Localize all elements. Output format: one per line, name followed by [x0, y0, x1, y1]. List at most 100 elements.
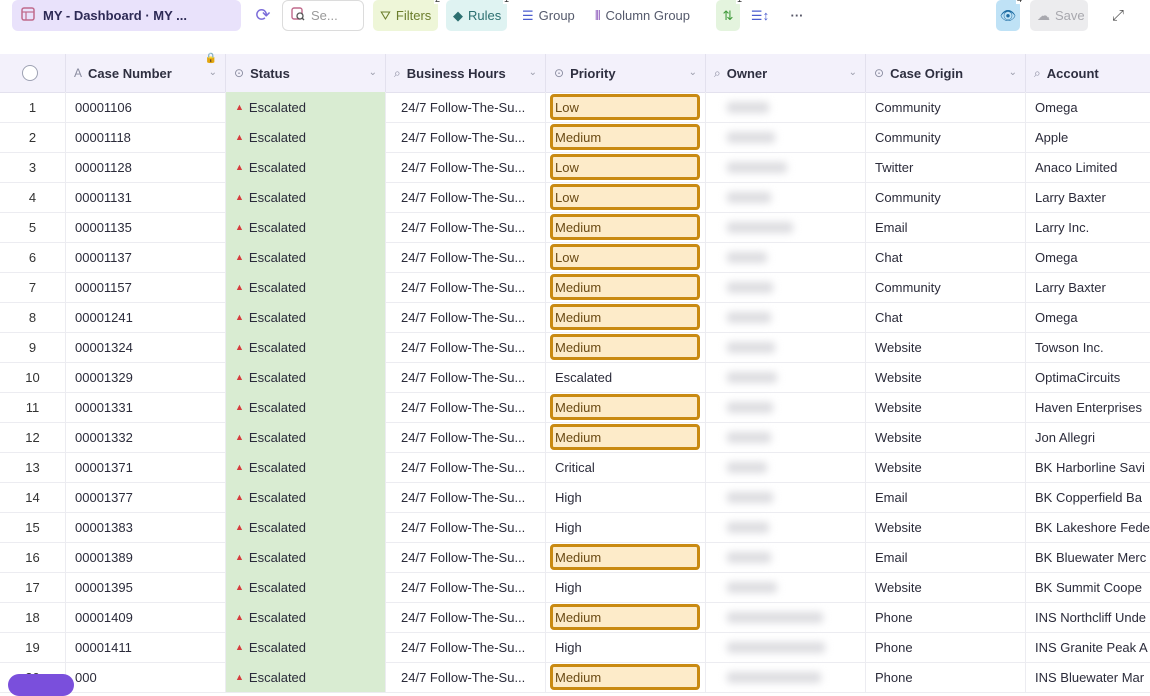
- case-number-cell[interactable]: 00001118: [66, 122, 226, 152]
- table-row[interactable]: 12 00001332 ▲ Escalated 24/7 Follow-The-Su..…: [0, 422, 1150, 453]
- case-number-cell[interactable]: 000: [66, 662, 226, 692]
- sort-button[interactable]: ⇅ 1: [716, 0, 743, 31]
- priority-cell[interactable]: Medium: [546, 212, 706, 242]
- account-cell[interactable]: Larry Inc.: [1026, 212, 1150, 242]
- account-cell[interactable]: Towson Inc.: [1026, 332, 1150, 362]
- owner-cell-redacted[interactable]: [706, 482, 866, 512]
- table-row[interactable]: 8 00001241 ▲ Escalated 24/7 Follow-The-Su...…: [0, 302, 1150, 333]
- status-cell[interactable]: ▲ Escalated: [226, 362, 386, 392]
- business-hours-cell[interactable]: 24/7 Follow-The-Su...: [386, 332, 546, 362]
- table-row[interactable]: 9 00001324 ▲ Escalated 24/7 Follow-The-Su...…: [0, 332, 1150, 363]
- case-origin-cell[interactable]: Community: [866, 182, 1026, 212]
- case-number-cell[interactable]: 00001131: [66, 182, 226, 212]
- business-hours-cell[interactable]: 24/7 Follow-The-Su...: [386, 482, 546, 512]
- status-cell[interactable]: ▲ Escalated: [226, 452, 386, 482]
- priority-cell[interactable]: Medium: [546, 302, 706, 332]
- view-selector[interactable]: MY - Dashboard · MY ...: [12, 0, 241, 31]
- owner-cell-redacted[interactable]: [706, 632, 866, 662]
- case-number-cell[interactable]: 00001135: [66, 212, 226, 242]
- column-header-case-origin[interactable]: ⊙ Case Origin ⌄: [866, 54, 1026, 92]
- account-cell[interactable]: Jon Allegri: [1026, 422, 1150, 452]
- owner-cell-redacted[interactable]: [706, 362, 866, 392]
- case-number-cell[interactable]: 00001128: [66, 152, 226, 182]
- status-cell[interactable]: ▲ Escalated: [226, 662, 386, 692]
- case-origin-cell[interactable]: Website: [866, 362, 1026, 392]
- status-cell[interactable]: ▲ Escalated: [226, 272, 386, 302]
- owner-cell-redacted[interactable]: [706, 602, 866, 632]
- chevron-down-icon[interactable]: ⌄: [689, 67, 697, 78]
- priority-cell[interactable]: High: [546, 512, 706, 542]
- chevron-down-icon[interactable]: ⌄: [849, 67, 857, 78]
- business-hours-cell[interactable]: 24/7 Follow-The-Su...: [386, 602, 546, 632]
- business-hours-cell[interactable]: 24/7 Follow-The-Su...: [386, 512, 546, 542]
- business-hours-cell[interactable]: 24/7 Follow-The-Su...: [386, 392, 546, 422]
- priority-cell[interactable]: Medium: [546, 422, 706, 452]
- priority-cell[interactable]: Medium: [546, 122, 706, 152]
- refresh-icon[interactable]: ⟳: [251, 0, 275, 31]
- status-cell[interactable]: ▲ Escalated: [226, 182, 386, 212]
- table-row[interactable]: 14 00001377 ▲ Escalated 24/7 Follow-The-Su..…: [0, 482, 1150, 513]
- owner-cell-redacted[interactable]: [706, 422, 866, 452]
- status-cell[interactable]: ▲ Escalated: [226, 122, 386, 152]
- business-hours-cell[interactable]: 24/7 Follow-The-Su...: [386, 302, 546, 332]
- priority-cell[interactable]: High: [546, 572, 706, 602]
- table-row[interactable]: 19 00001411 ▲ Escalated 24/7 Follow-The-Su..…: [0, 632, 1150, 663]
- owner-cell-redacted[interactable]: [706, 122, 866, 152]
- status-cell[interactable]: ▲ Escalated: [226, 302, 386, 332]
- case-origin-cell[interactable]: Phone: [866, 662, 1026, 692]
- case-origin-cell[interactable]: Community: [866, 122, 1026, 152]
- priority-cell[interactable]: High: [546, 482, 706, 512]
- priority-cell[interactable]: Escalated: [546, 362, 706, 392]
- case-number-cell[interactable]: 00001377: [66, 482, 226, 512]
- case-origin-cell[interactable]: Phone: [866, 602, 1026, 632]
- owner-cell-redacted[interactable]: [706, 512, 866, 542]
- account-cell[interactable]: INS Bluewater Mar: [1026, 662, 1150, 692]
- account-cell[interactable]: Anaco Limited: [1026, 152, 1150, 182]
- column-header-status[interactable]: ⊙ Status ⌄: [226, 54, 386, 92]
- status-cell[interactable]: ▲ Escalated: [226, 422, 386, 452]
- account-cell[interactable]: Omega: [1026, 302, 1150, 332]
- business-hours-cell[interactable]: 24/7 Follow-The-Su...: [386, 152, 546, 182]
- case-number-cell[interactable]: 00001371: [66, 452, 226, 482]
- table-row[interactable]: 20000▲Escalated24/7 Follow-The-Su...Medi…: [0, 662, 1150, 693]
- case-origin-cell[interactable]: Chat: [866, 242, 1026, 272]
- rules-button[interactable]: ◆ Rules 1: [446, 0, 510, 31]
- priority-cell[interactable]: Medium: [546, 272, 706, 302]
- account-cell[interactable]: BK Summit Coope: [1026, 572, 1150, 602]
- table-row[interactable]: 18 00001409 ▲ Escalated 24/7 Follow-The-Su..…: [0, 602, 1150, 633]
- case-number-cell[interactable]: 00001106: [66, 92, 226, 122]
- business-hours-cell[interactable]: 24/7 Follow-The-Su...: [386, 572, 546, 602]
- case-number-cell[interactable]: 00001324: [66, 332, 226, 362]
- owner-cell-redacted[interactable]: [706, 242, 866, 272]
- account-cell[interactable]: BK Copperfield Ba: [1026, 482, 1150, 512]
- case-number-cell[interactable]: 00001395: [66, 572, 226, 602]
- table-row[interactable]: 10 00001329 ▲ Escalated 24/7 Follow-The-Su..…: [0, 362, 1150, 393]
- account-cell[interactable]: Omega: [1026, 92, 1150, 122]
- case-origin-cell[interactable]: Email: [866, 482, 1026, 512]
- business-hours-cell[interactable]: 24/7 Follow-The-Su...: [386, 212, 546, 242]
- status-cell[interactable]: ▲ Escalated: [226, 332, 386, 362]
- case-origin-cell[interactable]: Website: [866, 392, 1026, 422]
- business-hours-cell[interactable]: 24/7 Follow-The-Su...: [386, 452, 546, 482]
- status-cell[interactable]: ▲ Escalated: [226, 242, 386, 272]
- table-row[interactable]: 16 00001389 ▲ Escalated 24/7 Follow-The-Su..…: [0, 542, 1150, 573]
- table-row[interactable]: 7 00001157 ▲ Escalated 24/7 Follow-The-Su...…: [0, 272, 1150, 303]
- business-hours-cell[interactable]: 24/7 Follow-The-Su...: [386, 422, 546, 452]
- owner-cell-redacted[interactable]: [706, 182, 866, 212]
- case-number-cell[interactable]: 00001389: [66, 542, 226, 572]
- status-cell[interactable]: ▲ Escalated: [226, 542, 386, 572]
- case-origin-cell[interactable]: Twitter: [866, 152, 1026, 182]
- table-row[interactable]: 11 00001331 ▲ Escalated 24/7 Follow-The-Su..…: [0, 392, 1150, 423]
- priority-cell[interactable]: Low: [546, 242, 706, 272]
- case-origin-cell[interactable]: Phone: [866, 632, 1026, 662]
- status-cell[interactable]: ▲ Escalated: [226, 512, 386, 542]
- case-origin-cell[interactable]: Website: [866, 422, 1026, 452]
- case-number-cell[interactable]: 00001409: [66, 602, 226, 632]
- table-row[interactable]: 13 00001371 ▲ Escalated 24/7 Follow-The-Su..…: [0, 452, 1150, 483]
- case-origin-cell[interactable]: Website: [866, 452, 1026, 482]
- group-button[interactable]: ☰ Group: [515, 0, 582, 31]
- owner-cell-redacted[interactable]: [706, 332, 866, 362]
- business-hours-cell[interactable]: 24/7 Follow-The-Su...: [386, 92, 546, 122]
- more-options-icon[interactable]: ···: [786, 0, 808, 31]
- case-origin-cell[interactable]: Community: [866, 92, 1026, 122]
